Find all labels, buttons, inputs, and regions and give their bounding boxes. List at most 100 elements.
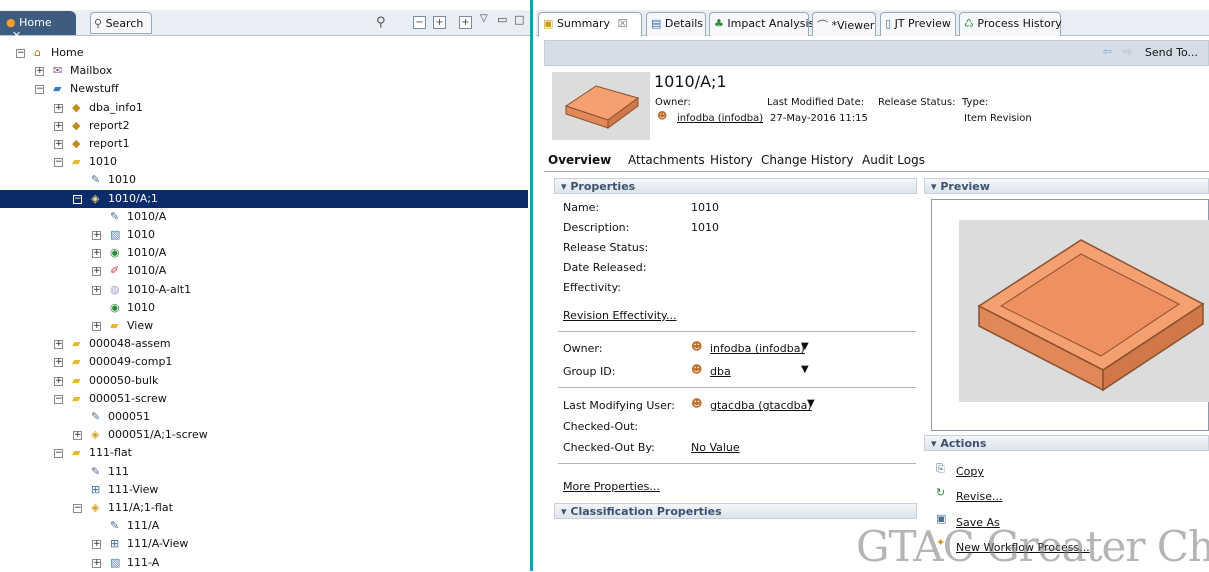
tree-node[interactable]: − ◈ 111/A;1-flat (0, 499, 528, 517)
expand-toggle-icon[interactable]: + (92, 540, 101, 550)
collapse-toggle-icon[interactable]: − (54, 394, 63, 404)
tree-node[interactable]: + ⊞ 111/A-View (0, 535, 528, 553)
send-to-button[interactable]: Send To... (1145, 46, 1198, 59)
expand-toggle-icon[interactable]: + (92, 231, 101, 240)
properties-section-header[interactable]: ▾ Properties (554, 178, 917, 194)
tree-node[interactable]: + ◈ 000051/A;1-screw (0, 426, 528, 444)
tab-details[interactable]: ▤ Details (646, 12, 706, 36)
expand-toggle-icon[interactable]: + (35, 67, 44, 77)
tree-node[interactable]: + ◆ report1 (0, 135, 528, 153)
tree-node[interactable]: ✎ 1010 (0, 171, 528, 189)
collapse-toggle-icon[interactable]: − (54, 158, 63, 168)
owner-prop-link[interactable]: infodba (infodba) (710, 342, 805, 355)
collapse-toggle-icon[interactable]: − (54, 449, 63, 459)
group-dropdown-icon[interactable]: ▼ (801, 364, 809, 375)
tree-node[interactable]: + ▧ 1010 (0, 226, 528, 244)
owner-link[interactable]: infodba (infodba) (677, 113, 763, 124)
preview-panel[interactable] (931, 199, 1209, 431)
tab-process-history[interactable]: ♺ Process History (959, 12, 1062, 36)
tree-node[interactable]: ✎ 000051 (0, 408, 528, 426)
collapse-toggle-icon[interactable]: − (16, 49, 25, 58)
dataset-icon: ▧ (110, 228, 121, 241)
view-menu-icon[interactable]: ▽ (480, 13, 488, 24)
maximize-icon[interactable]: □ (514, 13, 524, 26)
expand-toggle-icon[interactable]: + (92, 249, 101, 259)
collapse-toggle-icon[interactable]: − (35, 85, 44, 95)
expand-toggle-icon[interactable]: + (92, 285, 101, 295)
preview-section-header[interactable]: ▾ Preview (924, 178, 1209, 194)
tree-node[interactable]: + ▰ 000049-comp1 (0, 353, 528, 371)
actions-section-header[interactable]: ▾ Actions (924, 435, 1209, 451)
back-arrow-icon[interactable]: ⇦ (1103, 45, 1112, 58)
details-icon: ▤ (651, 17, 662, 30)
revise-action[interactable]: Revise... (956, 490, 1002, 503)
tree-node[interactable]: ◉ 1010 (0, 299, 528, 317)
tree-node[interactable]: + ◍ 1010-A-alt1 (0, 281, 528, 299)
search-button-icon[interactable]: ⚲ (376, 15, 386, 30)
classification-section-header[interactable]: ▾ Classification Properties (554, 503, 917, 519)
owner-dropdown-icon[interactable]: ▼ (801, 341, 809, 352)
tree-node-label: 000051/A;1-screw (108, 428, 208, 442)
expand-toggle-icon[interactable]: + (92, 267, 101, 277)
tree-node[interactable]: + ✉ Mailbox (0, 62, 528, 80)
tab-audit-logs[interactable]: Audit Logs (862, 153, 925, 167)
expand-all-button[interactable]: + (459, 16, 472, 29)
tree-node[interactable]: + ◆ dba_info1 (0, 99, 528, 117)
tree-node[interactable]: + ▧ 111-A (0, 554, 528, 572)
collapse-toggle-icon[interactable]: − (73, 194, 82, 204)
tree-node[interactable]: − ⌂ Home (0, 44, 528, 62)
tree-node[interactable]: + ◉ 1010/A (0, 244, 528, 262)
tree-node[interactable]: ✎ 111/A (0, 517, 528, 535)
tab-summary[interactable]: ▣ Summary ☒ (538, 12, 642, 37)
expand-toggle-icon[interactable]: + (92, 322, 101, 331)
expand-toggle-icon[interactable]: + (54, 340, 63, 350)
expand-toggle-icon[interactable]: + (54, 140, 63, 149)
tree-node[interactable]: ✎ 1010/A (0, 208, 528, 226)
collapse-toggle-icon[interactable]: − (73, 504, 82, 513)
expand-toggle-icon[interactable]: + (54, 103, 63, 113)
tree-node[interactable]: + ✐ 1010/A (0, 262, 528, 280)
minimize-icon[interactable]: ▭ (497, 13, 507, 26)
dataset-icon: ▧ (110, 555, 121, 569)
tab-jt-preview[interactable]: ▯ JT Preview (880, 12, 956, 36)
tree-node-label: 1010 (127, 228, 155, 241)
tree-node[interactable]: − ◈ 1010/A;1 (0, 189, 528, 208)
expand-toggle-icon[interactable]: + (54, 376, 63, 386)
tree-node[interactable]: + ▰ 000048-assem (0, 335, 528, 353)
tab-search[interactable]: ⚲ Search (90, 12, 152, 34)
tab-home[interactable]: ● Home ✕ (0, 11, 76, 42)
copy-action[interactable]: Copy (956, 465, 984, 478)
expand-toggle-icon[interactable]: + (92, 558, 101, 568)
close-icon[interactable]: ☒ (618, 17, 628, 30)
checked-out-by-value[interactable]: No Value (691, 441, 740, 454)
lmu-dropdown-icon[interactable]: ▼ (807, 398, 815, 409)
tree-node[interactable]: − ▰ Newstuff (0, 80, 528, 98)
tree-node[interactable]: ✎ 111 (0, 463, 528, 481)
expand-toggle-icon[interactable]: + (54, 358, 63, 368)
tab-impact-analysis[interactable]: ♣ Impact Analysis (709, 12, 814, 36)
tab-change-history[interactable]: Change History (761, 153, 853, 167)
tab-attachments[interactable]: Attachments (628, 153, 705, 167)
tree-node[interactable]: + ◆ report2 (0, 117, 528, 135)
tree-node[interactable]: ⊞ 111-View (0, 481, 528, 499)
last-modifying-user-link[interactable]: gtacdba (gtacdba) (710, 399, 812, 412)
tab-overview[interactable]: Overview (548, 153, 611, 167)
collapse-all-button[interactable]: − (413, 16, 426, 29)
tab-viewer[interactable]: ⌒ *Viewer (812, 12, 876, 36)
tree-node[interactable]: − ▰ 111-flat (0, 444, 528, 462)
close-icon[interactable]: ✕ (12, 29, 21, 42)
forward-arrow-icon[interactable]: ⇨ (1123, 45, 1132, 58)
group-id-link[interactable]: dba (710, 365, 731, 378)
collapse-arrow-icon: ▾ (561, 180, 567, 193)
tree-node[interactable]: + ▰ 000050-bulk (0, 372, 528, 390)
expand-button[interactable]: + (433, 16, 446, 29)
tree-node[interactable]: − ▰ 1010 (0, 153, 528, 171)
expand-toggle-icon[interactable]: + (54, 121, 63, 131)
tree-node-label: 000048-assem (89, 337, 171, 351)
tree-node[interactable]: − ▰ 000051-screw (0, 390, 528, 408)
more-properties-link[interactable]: More Properties... (563, 480, 660, 493)
expand-toggle-icon[interactable]: + (73, 431, 82, 441)
tree-node[interactable]: + ▰ View (0, 317, 528, 335)
tab-history[interactable]: History (710, 153, 753, 167)
revision-effectivity-link[interactable]: Revision Effectivity... (563, 309, 677, 322)
